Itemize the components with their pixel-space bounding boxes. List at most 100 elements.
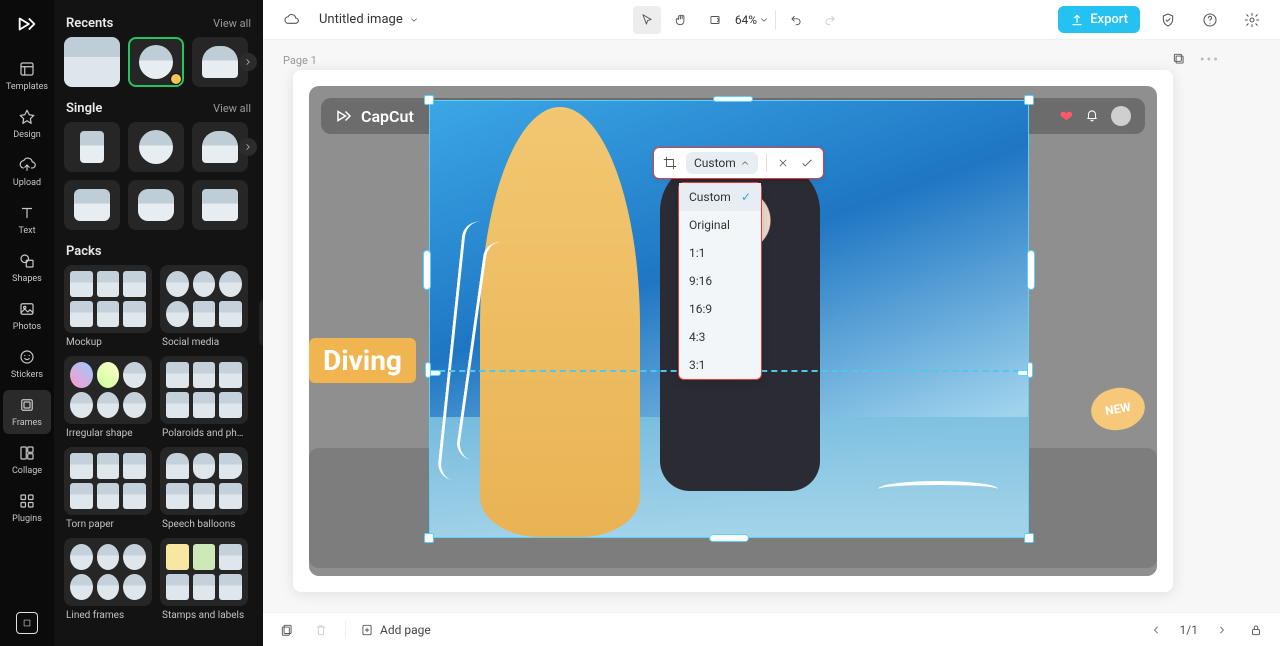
crop-corner-handle[interactable] (1027, 362, 1033, 378)
ratio-option[interactable]: 16:9 (679, 295, 761, 323)
crop-cancel-icon[interactable] (775, 155, 791, 171)
resize-handle-side[interactable] (423, 250, 431, 290)
crop-edge-handle[interactable] (713, 96, 753, 102)
diving-chip: Diving (309, 338, 416, 383)
pack-tile[interactable] (64, 265, 152, 333)
rail-item-shapes[interactable]: Shapes (3, 246, 51, 290)
pack-tile[interactable] (160, 265, 248, 333)
shield-icon[interactable] (1154, 6, 1182, 34)
frame-thumb[interactable] (128, 122, 184, 172)
rail-label: Photos (13, 322, 41, 332)
mock-brand-text: CapCut (361, 107, 414, 126)
frame-thumb[interactable] (64, 37, 120, 87)
export-button[interactable]: Export (1058, 6, 1140, 33)
pack-tile[interactable] (160, 538, 248, 606)
pack-tile[interactable] (64, 447, 152, 515)
duplicate-page-icon[interactable] (1172, 52, 1186, 70)
rail-item-upload[interactable]: Upload (3, 150, 51, 194)
pack-caption: Irregular shape (64, 424, 152, 447)
avatar-icon (1111, 106, 1131, 126)
view-all-link[interactable]: View all (213, 17, 251, 30)
frame-thumb[interactable] (192, 180, 248, 230)
ratio-option[interactable]: 9:16 (679, 267, 761, 295)
hand-tool-icon[interactable] (667, 6, 695, 34)
resize-handle[interactable] (1024, 95, 1034, 105)
redo-icon[interactable] (816, 6, 844, 34)
frame-thumb-selected[interactable] (128, 37, 184, 87)
ratio-option[interactable]: 1:1 (679, 239, 761, 267)
frame-thumb[interactable] (64, 180, 120, 230)
artboard-size-icon[interactable] (701, 6, 729, 34)
zoom-value: 64% (735, 13, 757, 27)
rail-item-plugins[interactable]: Plugins (3, 486, 51, 530)
upload-icon (1070, 13, 1084, 27)
pack-row: Torn paper Speech balloons (64, 447, 253, 538)
rail-item-stickers[interactable]: Stickers (3, 342, 51, 386)
capcut-logo-icon (335, 107, 353, 125)
rail-label: Design (13, 130, 41, 140)
rail-item-frames[interactable]: Frames (3, 390, 51, 434)
pack-tile[interactable] (64, 538, 152, 606)
settings-icon[interactable] (1238, 6, 1266, 34)
chevron-right-icon[interactable] (239, 53, 257, 71)
rail-item-text[interactable]: Text (3, 198, 51, 242)
crop-confirm-icon[interactable] (799, 155, 815, 171)
crop-corner-handle[interactable] (425, 362, 431, 378)
frame-thumb[interactable] (128, 180, 184, 230)
next-page-icon[interactable] (1212, 620, 1232, 640)
page-label: Page 1 (283, 54, 317, 67)
rail-item-templates[interactable]: Templates (3, 54, 51, 98)
pack-caption: Speech balloons (160, 515, 248, 538)
chevron-right-icon[interactable] (239, 138, 257, 156)
rail-label: Text (18, 226, 35, 236)
rail-label: Shapes (12, 274, 42, 284)
section-title: Single (66, 101, 102, 116)
rail-item-design[interactable]: Design (3, 102, 51, 146)
document-title[interactable]: Untitled image (319, 12, 419, 27)
frame-thumb[interactable] (64, 122, 120, 172)
crop-ratio-dropdown[interactable]: Custom (686, 152, 758, 174)
ratio-option[interactable]: 3:1 (679, 351, 761, 379)
zoom-display[interactable]: 64% (735, 13, 769, 27)
more-icon[interactable]: ••• (1200, 52, 1220, 70)
rail-item-photos[interactable]: Photos (3, 294, 51, 338)
chevron-down-icon (759, 15, 769, 25)
page-counter: 1/1 (1180, 623, 1198, 637)
rail-label: Stickers (11, 370, 43, 380)
rail-item-collage[interactable]: Collage (3, 438, 51, 482)
section-title: Recents (66, 16, 113, 31)
pages-icon[interactable] (277, 620, 297, 640)
pack-tile[interactable] (160, 447, 248, 515)
help-icon[interactable] (1196, 6, 1224, 34)
ratio-option[interactable]: Custom✓ (679, 183, 761, 211)
add-page-label: Add page (380, 623, 431, 637)
trash-icon[interactable] (311, 620, 331, 640)
view-all-link[interactable]: View all (213, 102, 251, 115)
lock-icon[interactable] (1246, 620, 1266, 640)
crop-icon[interactable] (662, 155, 678, 171)
bell-icon (1085, 107, 1099, 126)
ratio-option[interactable]: 4:3 (679, 323, 761, 351)
recents-row (64, 37, 253, 87)
pack-tile[interactable] (64, 356, 152, 424)
resize-handle-side[interactable] (709, 534, 749, 542)
section-header-packs: Packs (64, 238, 253, 265)
pack-tile[interactable] (160, 356, 248, 424)
pack-caption: Lined frames (64, 606, 152, 629)
app-logo-icon (13, 10, 41, 38)
resize-handle-side[interactable] (1027, 250, 1035, 290)
rail-collapse-icon[interactable] (16, 612, 38, 634)
cloud-icon[interactable] (277, 6, 305, 34)
select-tool-icon[interactable] (633, 6, 661, 34)
canvas-area[interactable]: Page 1 ••• CapCut ❤ Diving NEW UV Remin (263, 40, 1280, 612)
badge-icon (170, 73, 182, 85)
resize-handle[interactable] (424, 95, 434, 105)
crop-ratio-value: Custom (694, 156, 736, 170)
ratio-option[interactable]: Original (679, 211, 761, 239)
resize-handle[interactable] (424, 533, 434, 543)
prev-page-icon[interactable] (1146, 620, 1166, 640)
add-page-button[interactable]: Add page (360, 623, 431, 637)
undo-icon[interactable] (782, 6, 810, 34)
resize-handle[interactable] (1024, 533, 1034, 543)
ratio-option-label: Original (689, 218, 730, 232)
